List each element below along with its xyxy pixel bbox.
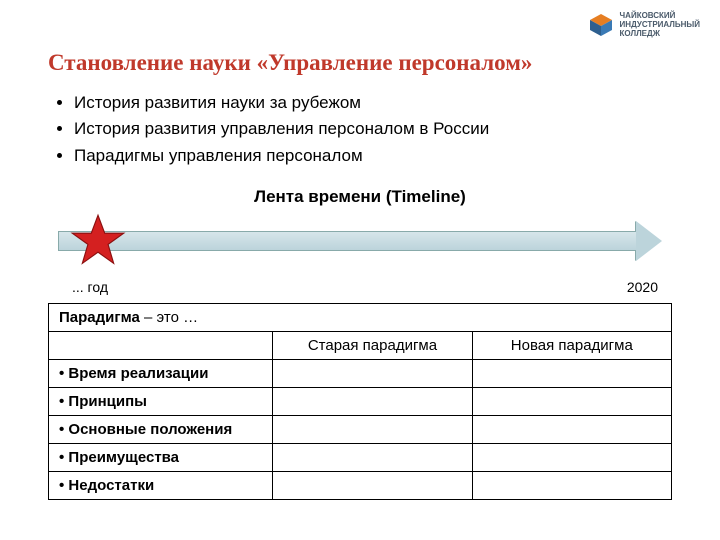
topics-list: История развития науки за рубежом Истори…	[48, 90, 672, 169]
empty-header-cell	[49, 332, 273, 360]
cell-new	[472, 360, 671, 388]
topic-item: История развития науки за рубежом	[74, 90, 672, 116]
logo-text: ЧАЙКОВСКИЙ ИНДУСТРИАЛЬНЫЙ КОЛЛЕДЖ	[620, 12, 700, 38]
timeline-start-label: ... год	[72, 279, 108, 295]
topic-item: Парадигмы управления персоналом	[74, 143, 672, 169]
page-title: Становление науки «Управление персоналом…	[48, 50, 672, 76]
table-row: Преимущества	[49, 444, 672, 472]
cell-new	[472, 472, 671, 500]
row-label: Недостатки	[49, 472, 273, 500]
timeline-arrow-head-icon	[636, 221, 662, 261]
logo-cube-icon	[588, 12, 614, 38]
cell-old	[273, 472, 472, 500]
row-label: Основные положения	[49, 416, 273, 444]
cell-old	[273, 416, 472, 444]
cell-old	[273, 444, 472, 472]
timeline-arrow-body	[58, 231, 638, 251]
table-row: Основные положения	[49, 416, 672, 444]
definition-term: Парадигма	[59, 309, 140, 326]
row-label: Время реализации	[49, 360, 273, 388]
paradigm-table: Парадигма – это … Старая парадигма Новая…	[48, 303, 672, 500]
cell-old	[273, 388, 472, 416]
table-row: Недостатки	[49, 472, 672, 500]
timeline-labels: ... год 2020	[72, 279, 658, 295]
cell-new	[472, 388, 671, 416]
cell-new	[472, 444, 671, 472]
table-row: Время реализации	[49, 360, 672, 388]
table-row: Принципы	[49, 388, 672, 416]
timeline-end-label: 2020	[627, 279, 658, 295]
timeline-heading: Лента времени (Timeline)	[48, 187, 672, 207]
definition-rest: – это …	[140, 309, 198, 326]
row-label: Преимущества	[49, 444, 273, 472]
star-icon	[70, 213, 126, 269]
timeline	[58, 215, 662, 275]
col-new-header: Новая парадигма	[472, 332, 671, 360]
logo-line3: КОЛЛЕДЖ	[620, 30, 700, 39]
col-old-header: Старая парадигма	[273, 332, 472, 360]
cell-new	[472, 416, 671, 444]
row-label: Принципы	[49, 388, 273, 416]
college-logo: ЧАЙКОВСКИЙ ИНДУСТРИАЛЬНЫЙ КОЛЛЕДЖ	[588, 12, 700, 38]
topic-item: История развития управления персоналом в…	[74, 116, 672, 142]
cell-old	[273, 360, 472, 388]
definition-cell: Парадигма – это …	[49, 304, 672, 332]
